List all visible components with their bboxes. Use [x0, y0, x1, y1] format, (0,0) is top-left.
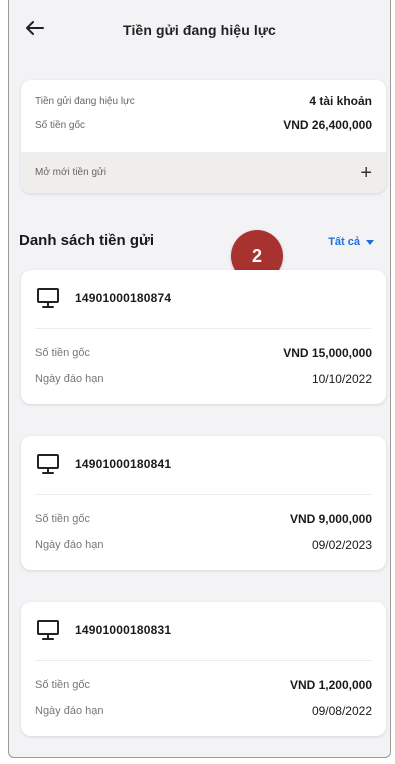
maturity-label: Ngày đáo hạn [35, 373, 104, 385]
deposit-card-header: 14901000180841 [35, 452, 171, 476]
maturity-value: 09/02/2023 [311, 538, 372, 552]
principal-value: VND 15,000,000 [283, 346, 372, 360]
back-button[interactable] [23, 16, 47, 40]
maturity-label: Ngày đáo hạn [35, 705, 104, 717]
principal-row: Số tiền gốc VND 1,200,000 [35, 678, 372, 692]
header: Tiền gửi đang hiệu lực [9, 0, 390, 60]
filter-label: Tất cả [328, 236, 360, 248]
phone-screen: Tiền gửi đang hiệu lực Tiền gửi đang hiệ… [8, 0, 391, 758]
principal-row: Số tiền gốc VND 9,000,000 [35, 512, 372, 526]
active-deposits-label: Tiền gửi đang hiệu lực [35, 95, 135, 107]
maturity-row: Ngày đáo hạn 10/10/2022 [35, 372, 372, 386]
principal-label: Số tiền gốc [35, 679, 91, 691]
deposit-card-header: 14901000180874 [35, 286, 171, 310]
total-principal-label: Số tiền gốc [35, 119, 86, 131]
maturity-row: Ngày đáo hạn 09/02/2023 [35, 538, 372, 552]
account-number: 14901000180841 [75, 457, 172, 471]
maturity-row: Ngày đáo hạn 09/08/2022 [35, 704, 372, 718]
deposit-card[interactable]: 14901000180841 Số tiền gốc VND 9,000,000… [21, 436, 386, 570]
deposit-card[interactable]: 14901000180874 Số tiền gốc VND 15,000,00… [21, 270, 386, 404]
total-principal-value: VND 26,400,000 [283, 118, 372, 132]
summary-card: Tiền gửi đang hiệu lực 4 tài khoản Số ti… [21, 80, 386, 193]
deposit-card-header: 14901000180831 [35, 618, 171, 642]
account-number: 14901000180831 [75, 623, 172, 637]
open-new-deposit-button[interactable]: Mở mới tiền gửi + [21, 152, 386, 193]
maturity-label: Ngày đáo hạn [35, 539, 104, 551]
divider [35, 494, 372, 495]
principal-label: Số tiền gốc [35, 513, 91, 525]
arrow-left-icon [26, 21, 44, 35]
open-new-deposit-label: Mở mới tiền gửi [35, 167, 106, 178]
total-principal-row: Số tiền gốc VND 26,400,000 [35, 118, 372, 132]
divider [35, 660, 372, 661]
monitor-icon [35, 452, 61, 476]
principal-label: Số tiền gốc [35, 347, 91, 359]
principal-value: VND 9,000,000 [289, 512, 372, 526]
plus-icon: + [360, 161, 372, 184]
maturity-value: 09/08/2022 [311, 704, 372, 718]
page-title: Tiền gửi đang hiệu lực [123, 22, 276, 38]
divider [35, 328, 372, 329]
active-deposits-value: 4 tài khoản [309, 94, 372, 108]
deposit-card[interactable]: 14901000180831 Số tiền gốc VND 1,200,000… [21, 602, 386, 736]
monitor-icon [35, 286, 61, 310]
filter-dropdown[interactable]: Tất cả [328, 236, 374, 248]
maturity-value: 10/10/2022 [311, 372, 372, 386]
principal-value: VND 1,200,000 [289, 678, 372, 692]
monitor-icon [35, 618, 61, 642]
account-number: 14901000180874 [75, 291, 172, 305]
principal-row: Số tiền gốc VND 15,000,000 [35, 346, 372, 360]
deposit-list-title: Danh sách tiền gửi [19, 232, 155, 249]
active-deposits-row: Tiền gửi đang hiệu lực 4 tài khoản [35, 94, 372, 108]
caret-down-icon [366, 239, 374, 245]
